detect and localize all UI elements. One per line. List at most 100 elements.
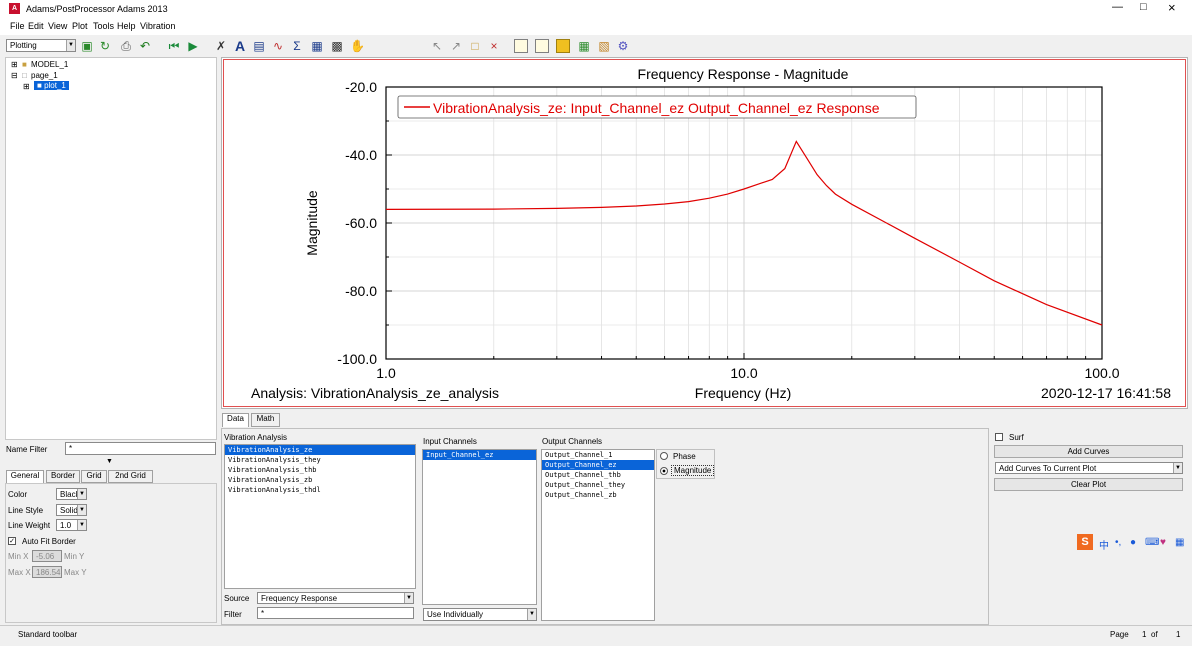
play-icon[interactable]: ▶ — [186, 39, 200, 53]
skin-icon[interactable]: ♥ — [1160, 537, 1166, 548]
list-item[interactable]: VibrationAnalysis_zb — [225, 475, 415, 485]
add-mode-select[interactable]: Add Curves To Current Plot ▼ — [995, 462, 1183, 474]
layout-1-icon[interactable] — [514, 39, 528, 53]
min-x-input[interactable]: -5.06 — [32, 550, 62, 562]
layout-5-icon[interactable]: ▧ — [597, 39, 611, 53]
maximize-icon[interactable]: □ — [1140, 1, 1147, 13]
tools-grid-icon[interactable]: ▦ — [1175, 537, 1184, 548]
sum-icon[interactable]: Σ — [290, 39, 304, 53]
list-item[interactable]: VibrationAnalysis_they — [225, 455, 415, 465]
new-page-icon[interactable]: ▣ — [80, 39, 94, 53]
menu-plot[interactable]: Plot — [72, 21, 88, 31]
tab-data[interactable]: Data — [222, 413, 249, 427]
delete-icon[interactable]: × — [487, 39, 501, 53]
window-title: Adams/PostProcessor Adams 2013 — [26, 4, 168, 14]
phase-radio[interactable] — [660, 452, 668, 460]
grid-layer — [386, 87, 1102, 359]
tab-grid[interactable]: Grid — [81, 470, 107, 483]
chevron-down-icon: ▼ — [77, 489, 86, 499]
microphone-icon[interactable]: ● — [1130, 537, 1136, 548]
page-add-icon[interactable]: □ — [468, 39, 482, 53]
input-channels-list[interactable]: Input_Channel_ez — [422, 449, 537, 605]
page-label: Page — [1110, 630, 1129, 639]
clear-plot-button[interactable]: Clear Plot — [994, 478, 1183, 491]
skip-start-icon[interactable]: ⏮ — [167, 39, 181, 53]
ime-logo-icon[interactable]: S — [1077, 534, 1093, 550]
tab-2nd-grid[interactable]: 2nd Grid — [108, 470, 153, 483]
tree-collapse-icon[interactable]: ⊟ — [11, 71, 18, 80]
list-item[interactable]: Output_Channel_zb — [542, 490, 654, 500]
curve-edit-icon[interactable]: ∿ — [271, 39, 285, 53]
legend-label: VibrationAnalysis_ze: Input_Channel_ez O… — [433, 100, 880, 116]
tree-item-page[interactable]: page_1 — [31, 71, 58, 80]
refresh-icon[interactable]: ↻ — [98, 39, 112, 53]
line-style-select[interactable]: Solid ▼ — [56, 504, 87, 516]
minimize-icon[interactable]: — — [1112, 1, 1123, 13]
page-total: 1 — [1176, 630, 1181, 639]
filter-input[interactable]: * — [257, 607, 414, 619]
menu-edit[interactable]: Edit — [28, 21, 44, 31]
channel-mode-select[interactable]: Use Individually ▼ — [423, 608, 537, 621]
list-item[interactable]: Output_Channel_thb — [542, 470, 654, 480]
plot-icon: ■ — [37, 81, 45, 90]
menu-help[interactable]: Help — [117, 21, 136, 31]
list-item[interactable]: VibrationAnalysis_ze — [225, 445, 415, 455]
collapse-arrow-icon[interactable]: ▼ — [106, 458, 113, 465]
tab-border[interactable]: Border — [46, 470, 80, 483]
list-item[interactable]: VibrationAnalysis_thdl — [225, 485, 415, 495]
tree-panel: ⊞ ■ MODEL_1 ⊟ □ page_1 ⊞ ■ plot_1 — [5, 57, 217, 440]
adams-app-icon: A — [9, 3, 20, 14]
max-x-input[interactable]: 186.54 — [32, 566, 62, 578]
tab-math[interactable]: Math — [251, 413, 280, 427]
zoom-box-icon[interactable]: ▦ — [310, 39, 324, 53]
layout-2-icon[interactable] — [535, 39, 549, 53]
legend-icon[interactable]: ▤ — [252, 39, 266, 53]
text-icon[interactable]: A — [233, 39, 247, 53]
undo-icon[interactable]: ↶ — [138, 39, 152, 53]
add-curves-button[interactable]: Add Curves — [994, 445, 1183, 458]
tree-expand-icon[interactable]: ⊞ — [11, 60, 18, 69]
output-channels-list[interactable]: Output_Channel_1 Output_Channel_ez Outpu… — [541, 449, 655, 621]
line-weight-select[interactable]: 1.0 ▼ — [56, 519, 87, 531]
max-x-label: Max X — [8, 568, 31, 577]
arrow-left-icon[interactable]: ↖ — [430, 39, 444, 53]
menu-tools[interactable]: Tools — [93, 21, 114, 31]
list-item[interactable]: Output_Channel_1 — [542, 450, 654, 460]
magnitude-label: Magnitude — [671, 465, 715, 476]
input-channels-label: Input Channels — [423, 437, 477, 446]
gear-icon[interactable]: ⚙ — [616, 39, 630, 53]
arrow-right-icon[interactable]: ↗ — [449, 39, 463, 53]
keyboard-icon[interactable]: ⌨ — [1145, 537, 1159, 548]
auto-fit-checkbox[interactable]: ✓ — [8, 537, 16, 545]
menu-vibration[interactable]: Vibration — [140, 21, 175, 31]
mode-select[interactable]: Plotting ▼ — [6, 39, 76, 52]
ime-language[interactable]: 中 — [1099, 537, 1109, 552]
vibration-analysis-list[interactable]: VibrationAnalysis_ze VibrationAnalysis_t… — [224, 444, 416, 589]
color-select[interactable]: Black ▼ — [56, 488, 87, 500]
tree-item-model[interactable]: MODEL_1 — [31, 60, 68, 69]
tree-item-plot[interactable]: ■ plot_1 — [34, 81, 69, 90]
fit-icon[interactable]: ▩ — [330, 39, 344, 53]
punctuation-icon[interactable]: •, — [1115, 537, 1121, 548]
line-weight-label: Line Weight — [8, 521, 51, 530]
scissors-icon[interactable]: ✗ — [214, 39, 228, 53]
source-label: Source — [224, 594, 250, 603]
close-icon[interactable]: × — [1168, 0, 1176, 15]
menu-view[interactable]: View — [48, 21, 67, 31]
list-item[interactable]: Output_Channel_they — [542, 480, 654, 490]
name-filter-input[interactable]: * — [65, 442, 216, 455]
list-item[interactable]: Output_Channel_ez — [542, 460, 654, 470]
layout-4-icon[interactable]: ▦ — [577, 39, 591, 53]
print-icon[interactable]: ⎙ — [119, 39, 133, 53]
source-select[interactable]: Frequency Response ▼ — [257, 592, 414, 604]
magnitude-radio[interactable] — [660, 467, 668, 475]
menu-file[interactable]: File — [10, 21, 25, 31]
tree-expand-icon[interactable]: ⊞ — [23, 82, 30, 91]
pan-hand-icon[interactable]: ✋ — [350, 39, 365, 53]
list-item[interactable]: Input_Channel_ez — [423, 450, 536, 460]
tab-general[interactable]: General — [6, 470, 44, 483]
layout-3-icon[interactable] — [556, 39, 570, 53]
surf-checkbox[interactable] — [995, 433, 1003, 441]
list-item[interactable]: VibrationAnalysis_thb — [225, 465, 415, 475]
max-y-label: Max Y — [64, 568, 87, 577]
